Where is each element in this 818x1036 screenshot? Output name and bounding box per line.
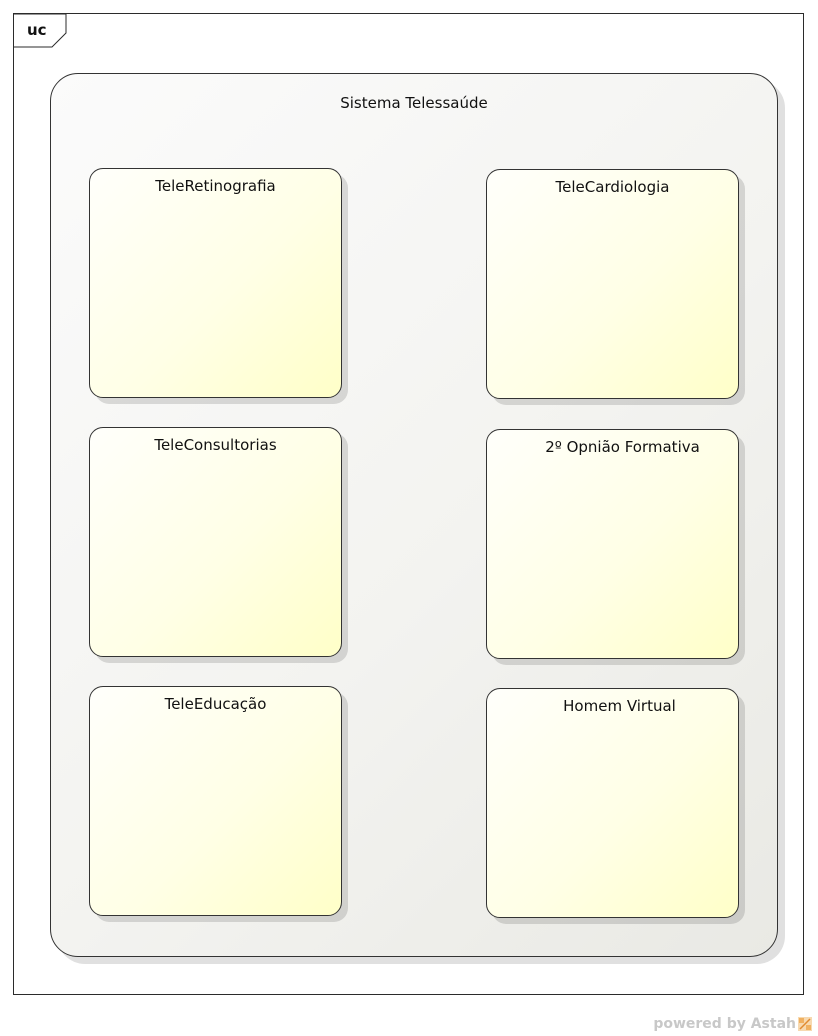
diagram-frame: uc Sistema Telessaúde TeleRetinografia T…	[13, 13, 804, 995]
astah-logo-icon	[798, 1017, 812, 1031]
package-homem-virtual[interactable]: Homem Virtual	[486, 688, 739, 918]
package-telecardiologia[interactable]: TeleCardiologia	[486, 169, 739, 399]
package-teleretinografia[interactable]: TeleRetinografia	[89, 168, 342, 398]
system-title: Sistema Telessaúde	[340, 94, 488, 112]
package-title: TeleCardiologia	[555, 178, 670, 196]
package-teleeducacao[interactable]: TeleEducação	[89, 686, 342, 916]
package-title: 2º Opnião Formativa	[545, 438, 700, 456]
package-teleconsultorias[interactable]: TeleConsultorias	[89, 427, 342, 657]
package-title: Homem Virtual	[563, 697, 676, 715]
package-title: TeleRetinografia	[155, 177, 276, 195]
frame-tab: uc	[14, 14, 68, 48]
package-title: TeleConsultorias	[154, 436, 277, 454]
package-title: TeleEducação	[164, 695, 267, 713]
package-segunda-opiniao-formativa[interactable]: 2º Opnião Formativa	[486, 429, 739, 659]
watermark: powered by Astah	[653, 1016, 812, 1032]
frame-label: uc	[27, 21, 47, 39]
watermark-text: powered by Astah	[653, 1016, 796, 1032]
